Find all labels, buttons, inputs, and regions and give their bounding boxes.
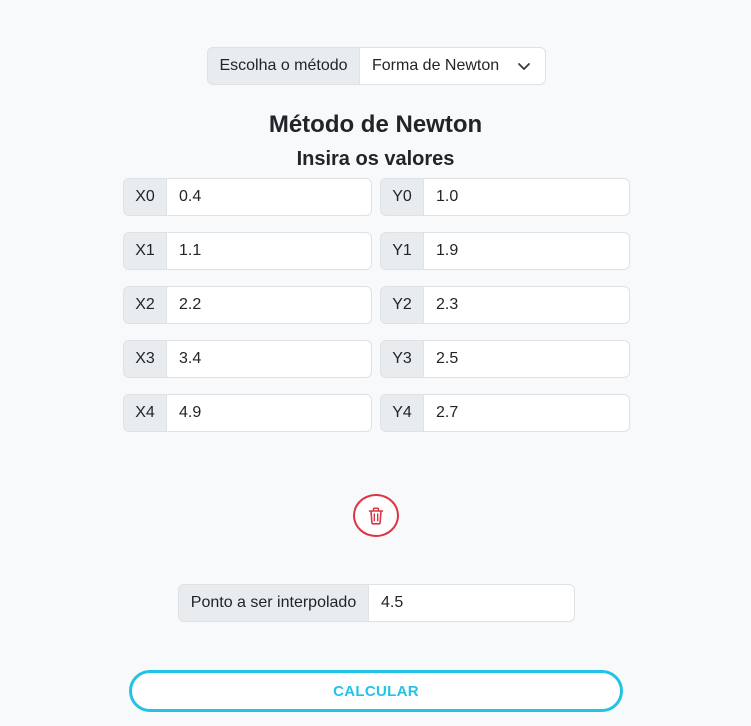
y3-input[interactable]: 2.5 [424,340,630,378]
trash-icon [368,506,384,525]
x1-input-group: X1 1.1 [123,232,372,270]
y2-input[interactable]: 2.3 [424,286,630,324]
x3-label: X3 [123,340,167,378]
y3-label: Y3 [380,340,424,378]
method-selector-label: Escolha o método [207,47,360,85]
y0-input[interactable]: 1.0 [424,178,630,216]
y4-label: Y4 [380,394,424,432]
chevron-down-icon [517,59,531,73]
y2-label: Y2 [380,286,424,324]
interpolation-point-label: Ponto a ser interpolado [178,584,369,622]
x3-input[interactable]: 3.4 [167,340,372,378]
interpolation-point-input[interactable]: 4.5 [369,584,575,622]
x3-input-group: X3 3.4 [123,340,372,378]
x2-input-group: X2 2.2 [123,286,372,324]
y0-label: Y0 [380,178,424,216]
y4-input-group: Y4 2.7 [380,394,630,432]
x2-input[interactable]: 2.2 [167,286,372,324]
y0-input-group: Y0 1.0 [380,178,630,216]
method-select[interactable]: Forma de Newton [360,47,546,85]
y3-input-group: Y3 2.5 [380,340,630,378]
y1-input[interactable]: 1.9 [424,232,630,270]
calculate-button[interactable]: CALCULAR [129,670,623,712]
y2-input-group: Y2 2.3 [380,286,630,324]
x1-input[interactable]: 1.1 [167,232,372,270]
method-select-value: Forma de Newton [372,57,500,74]
x1-label: X1 [123,232,167,270]
x0-input-group: X0 0.4 [123,178,372,216]
y1-input-group: Y1 1.9 [380,232,630,270]
section-subtitle: Insira os valores [296,148,455,170]
method-selector-group: Escolha o método Forma de Newton [207,47,546,85]
interpolation-point-group: Ponto a ser interpolado 4.5 [178,584,575,622]
x4-input[interactable]: 4.9 [167,394,372,432]
y4-input[interactable]: 2.7 [424,394,630,432]
x0-label: X0 [123,178,167,216]
x0-input[interactable]: 0.4 [167,178,372,216]
x4-label: X4 [123,394,167,432]
x4-input-group: X4 4.9 [123,394,372,432]
delete-row-button[interactable] [353,494,399,537]
x2-label: X2 [123,286,167,324]
y1-label: Y1 [380,232,424,270]
page-title: Método de Newton [268,111,483,138]
